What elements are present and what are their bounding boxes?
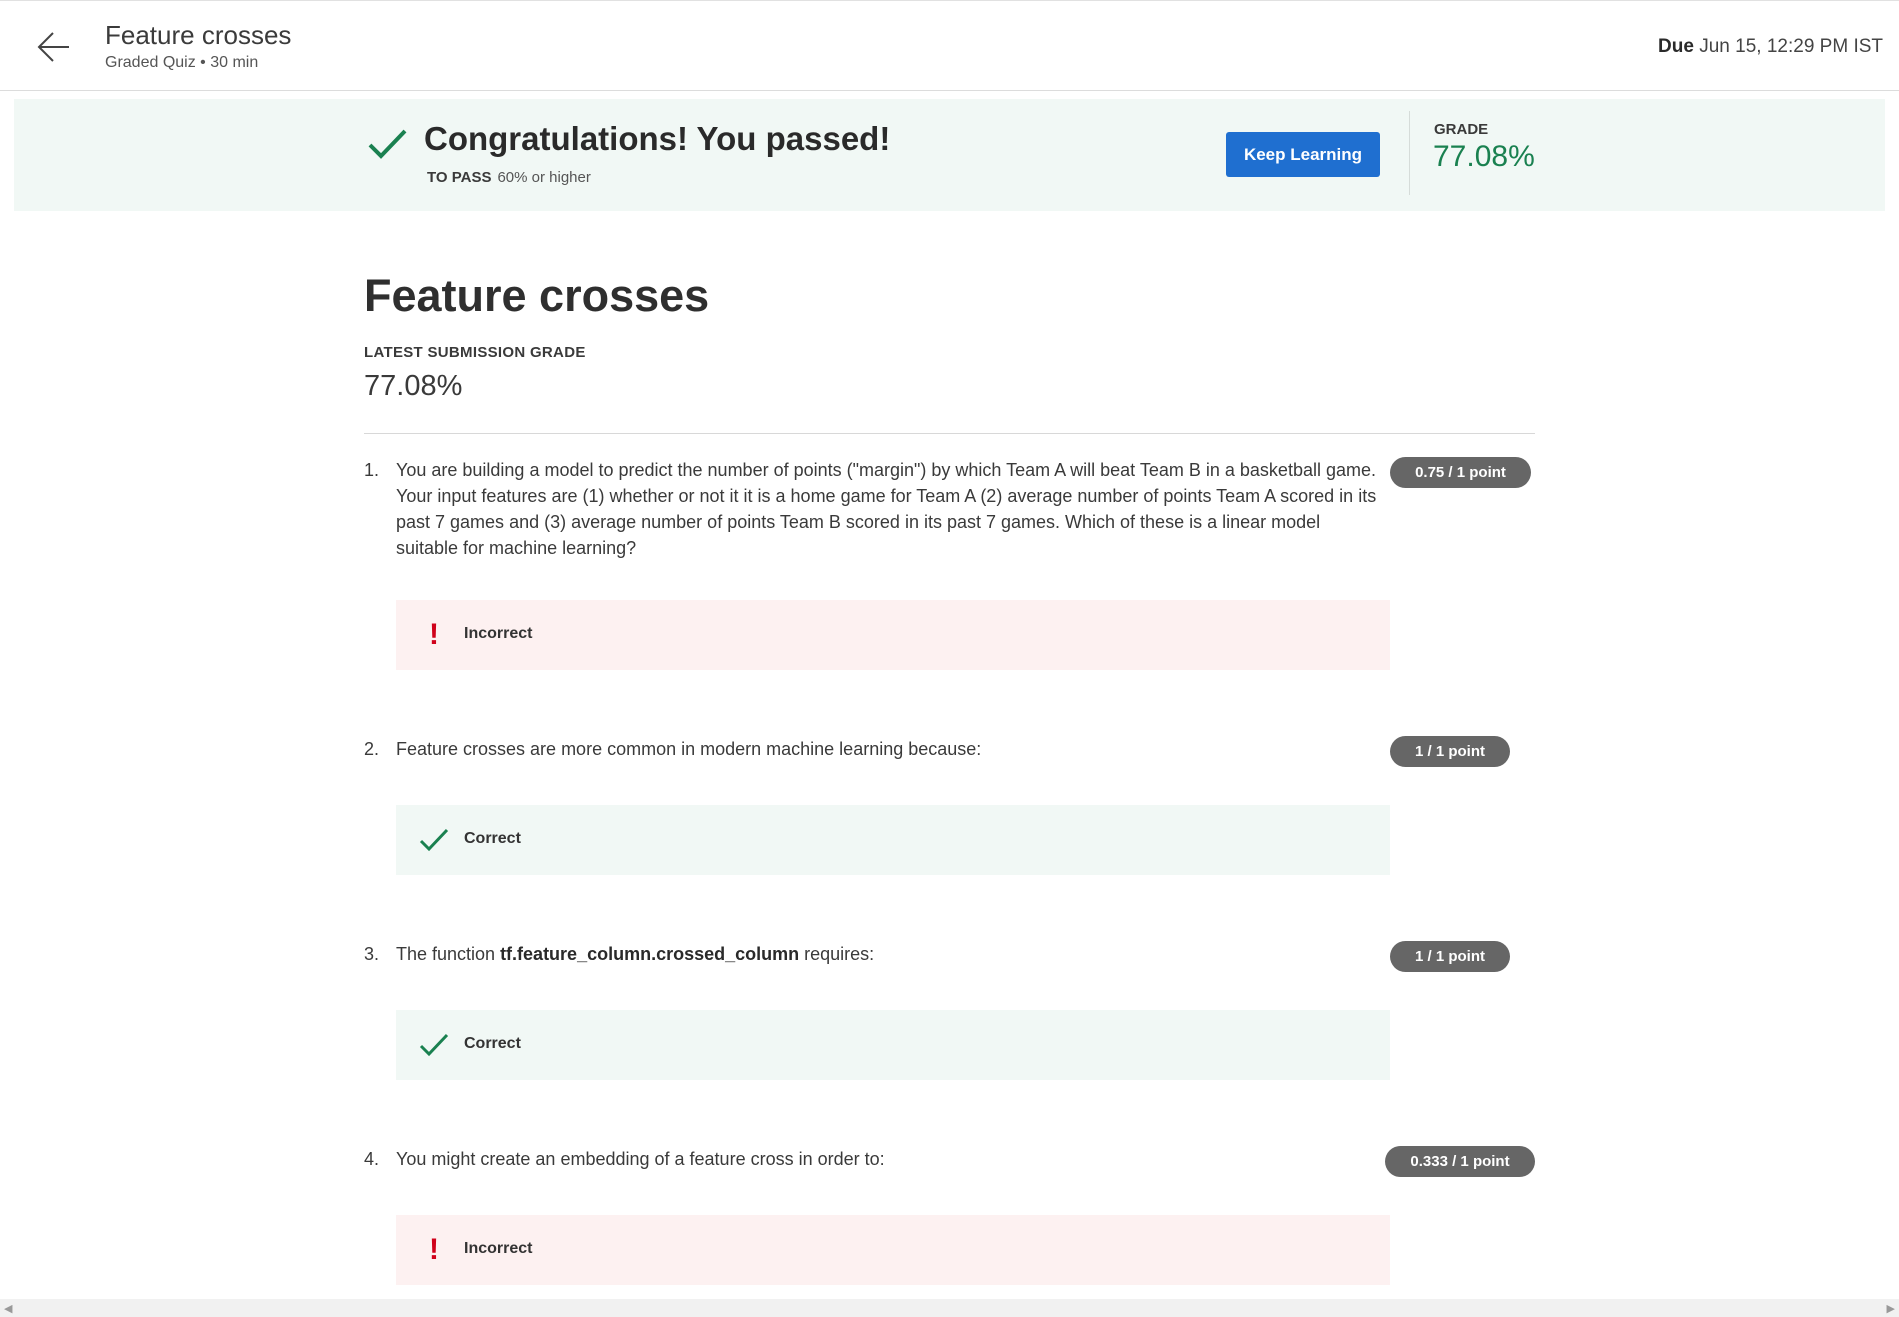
result-label: Incorrect: [464, 625, 533, 642]
points-badge: 1 / 1 point: [1390, 941, 1510, 972]
quiz-subtitle: Graded Quiz • 30 min: [105, 54, 259, 71]
grade-label: GRADE: [1434, 121, 1489, 138]
top-bar: Feature crosses Graded Quiz • 30 min Due…: [0, 0, 1899, 91]
question-number: 4.: [364, 1149, 380, 1169]
question-text-before: The function: [396, 944, 501, 964]
pass-message: Congratulations! You passed!: [424, 120, 891, 157]
code-reference: tf.feature_column.crossed_column: [500, 944, 800, 964]
result-correct: Correct: [396, 805, 1390, 875]
question-number: 1.: [364, 460, 380, 480]
question-text: You are building a model to predict the …: [396, 460, 1377, 558]
due-date: Due Jun 15, 12:29 PM IST: [1658, 36, 1883, 58]
check-icon: [368, 129, 407, 159]
due-label: Due: [1658, 36, 1694, 57]
page-title: Feature crosses: [364, 270, 710, 321]
question-number: 3.: [364, 944, 380, 964]
exclamation-icon: !: [429, 618, 439, 651]
to-pass-label: TO PASS: [427, 169, 492, 186]
points-badge: 0.75 / 1 point: [1390, 457, 1531, 488]
to-pass-value: 60% or higher: [497, 169, 591, 186]
divider: [364, 433, 1535, 434]
check-icon: [419, 828, 449, 852]
keep-learning-button[interactable]: Keep Learning: [1226, 132, 1380, 177]
check-icon: [419, 1033, 449, 1057]
result-incorrect: ! Incorrect: [396, 600, 1390, 670]
points-badge: 0.333 / 1 point: [1385, 1146, 1535, 1177]
latest-submission-grade-label: LATEST SUBMISSION GRADE: [364, 344, 586, 361]
pass-requirement: TO PASS 60% or higher: [427, 169, 591, 186]
scroll-left-icon[interactable]: ◀: [4, 1302, 12, 1315]
result-correct: Correct: [396, 1010, 1390, 1080]
result-incorrect: ! Incorrect: [396, 1215, 1390, 1285]
question-text: Feature crosses are more common in moder…: [396, 739, 982, 759]
question-text: The function tf.feature_column.crossed_c…: [396, 941, 1381, 967]
latest-submission-grade-value: 77.08%: [364, 370, 463, 402]
quiz-title: Feature crosses: [105, 20, 292, 50]
question-text-after: requires:: [799, 944, 875, 964]
points-badge: 1 / 1 point: [1390, 736, 1510, 767]
scroll-right-icon[interactable]: ▶: [1887, 1302, 1895, 1315]
grade-value: 77.08%: [1433, 140, 1535, 173]
back-arrow-icon[interactable]: [33, 29, 73, 65]
exclamation-icon: !: [429, 1233, 439, 1266]
pass-banner: Congratulations! You passed! TO PASS 60% …: [14, 99, 1885, 211]
question-number: 2.: [364, 739, 380, 759]
result-label: Correct: [464, 830, 521, 847]
banner-divider: [1409, 111, 1410, 195]
horizontal-scrollbar[interactable]: ◀ ▶: [0, 1299, 1899, 1317]
question-text: You might create an embedding of a featu…: [396, 1149, 885, 1169]
result-label: Incorrect: [464, 1240, 533, 1257]
result-label: Correct: [464, 1035, 521, 1052]
due-value: Jun 15, 12:29 PM IST: [1699, 36, 1883, 57]
